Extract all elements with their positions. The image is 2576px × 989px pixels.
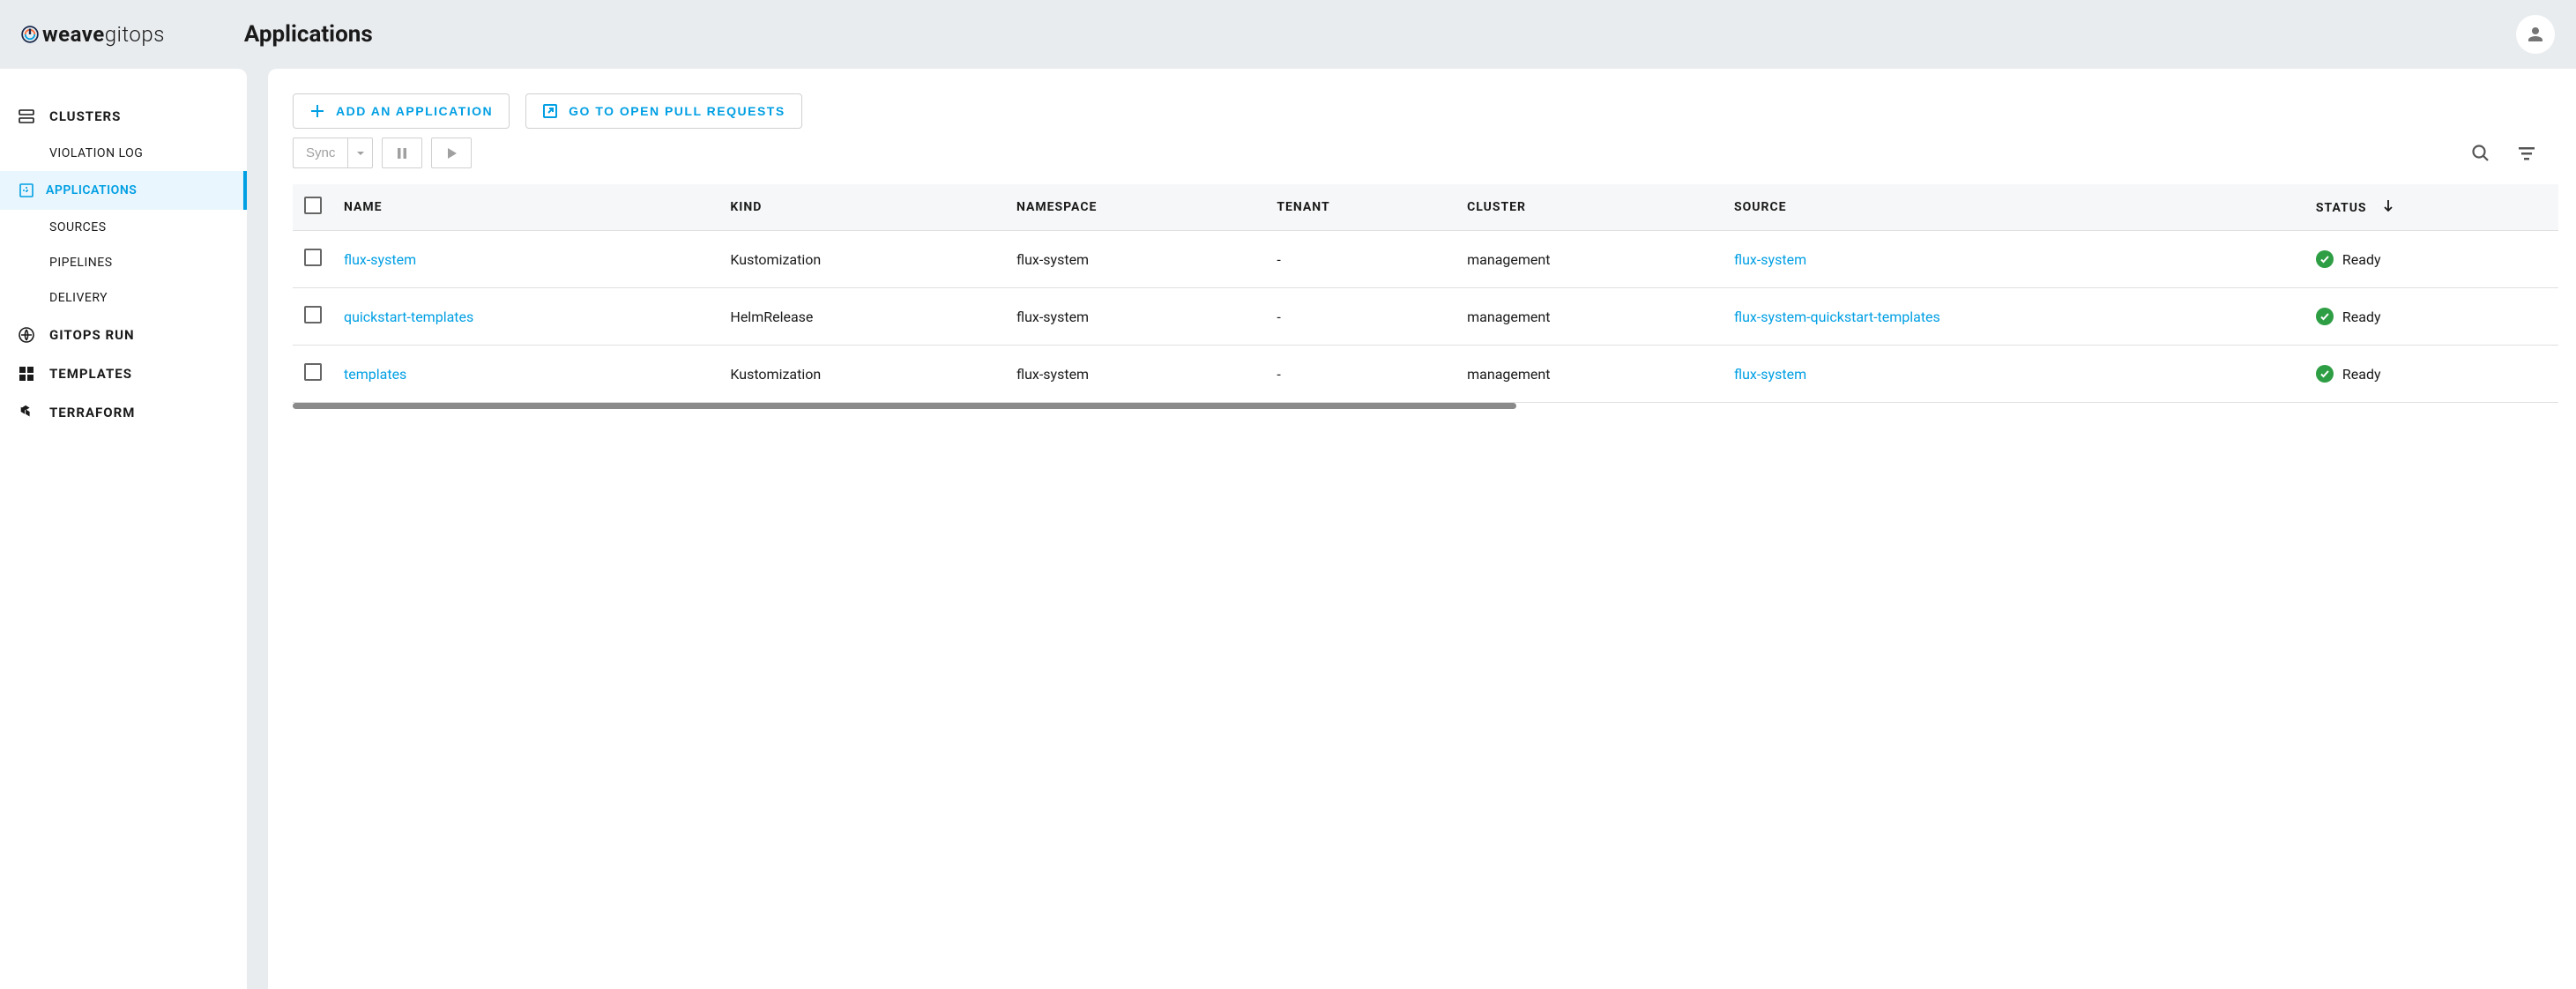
filter-button[interactable] [2516,143,2537,164]
column-header-name[interactable]: NAME [333,184,719,231]
source-link[interactable]: flux-system [1734,251,1806,268]
sidebar-item-clusters[interactable]: CLUSTERS [0,97,247,136]
column-header-kind[interactable]: KIND [719,184,1006,231]
logo[interactable]: weavegitops [21,22,165,47]
status-ready-icon [2316,365,2334,383]
sidebar-item-templates[interactable]: TEMPLATES [0,354,247,393]
user-icon [2525,24,2546,45]
topbar: weavegitops Applications [0,0,2576,69]
cell-tenant: - [1266,288,1456,346]
search-icon [2470,143,2491,164]
cell-tenant: - [1266,231,1456,288]
sort-desc-icon [2383,201,2394,215]
horizontal-scrollbar[interactable] [293,403,1516,409]
column-header-source[interactable]: SOURCE [1724,184,2305,231]
cell-namespace: flux-system [1006,288,1266,346]
clusters-icon [18,108,35,125]
user-avatar[interactable] [2516,15,2555,54]
terraform-icon [18,404,35,421]
plus-icon [309,103,325,119]
sidebar-item-violation-log[interactable]: VIOLATION LOG [0,136,247,171]
button-label: ADD AN APPLICATION [336,104,493,118]
sidebar-item-terraform[interactable]: TERRAFORM [0,393,247,432]
status-text: Ready [2342,251,2381,268]
cell-cluster: management [1456,288,1724,346]
cell-status: Ready [2316,365,2548,383]
logo-text: weavegitops [42,22,165,47]
search-button[interactable] [2470,143,2491,164]
column-header-status[interactable]: STATUS [2305,184,2558,231]
sync-dropdown-button[interactable] [348,138,373,168]
applications-table-wrap: NAME KIND NAMESPACE TENANT CLUSTER SOURC… [293,184,2558,409]
status-ready-icon [2316,250,2334,268]
table-row: templatesKustomizationflux-system-manage… [293,346,2558,403]
table-row: quickstart-templatesHelmReleaseflux-syst… [293,288,2558,346]
cell-cluster: management [1456,346,1724,403]
play-button[interactable] [431,138,472,168]
sidebar-item-label: TEMPLATES [49,366,132,382]
cell-namespace: flux-system [1006,346,1266,403]
status-text: Ready [2342,366,2381,383]
play-icon [444,146,458,160]
main-panel: ADD AN APPLICATION GO TO OPEN PULL REQUE… [268,69,2576,989]
pause-button[interactable] [382,138,422,168]
table-row: flux-systemKustomizationflux-system-mana… [293,231,2558,288]
sidebar-item-label: CLUSTERS [49,108,121,124]
cell-status: Ready [2316,250,2548,268]
cell-namespace: flux-system [1006,231,1266,288]
caret-down-icon [356,149,365,158]
pause-icon [395,146,409,160]
row-checkbox[interactable] [304,306,322,323]
source-link[interactable]: flux-system [1734,366,1806,383]
button-label: GO TO OPEN PULL REQUESTS [569,104,785,118]
sidebar-item-pipelines[interactable]: PIPELINES [0,245,247,280]
sidebar-item-label: TERRAFORM [49,405,135,420]
source-link[interactable]: flux-system-quickstart-templates [1734,309,1940,325]
templates-icon [18,365,35,383]
filter-icon [2516,143,2537,164]
open-pull-requests-button[interactable]: GO TO OPEN PULL REQUESTS [525,93,802,129]
cell-tenant: - [1266,346,1456,403]
sidebar-item-gitops-run[interactable]: GITOPS RUN [0,316,247,354]
row-checkbox[interactable] [304,249,322,266]
sync-button[interactable]: Sync [293,138,348,168]
sidebar-item-sources[interactable]: SOURCES [0,210,247,245]
application-name-link[interactable]: templates [344,366,406,383]
select-all-checkbox[interactable] [304,197,322,214]
cell-kind: HelmRelease [719,288,1006,346]
cell-kind: Kustomization [719,231,1006,288]
gitops-run-icon [18,326,35,344]
add-application-button[interactable]: ADD AN APPLICATION [293,93,510,129]
column-header-namespace[interactable]: NAMESPACE [1006,184,1266,231]
sidebar: CLUSTERS VIOLATION LOG APPLICATIONS SOUR… [0,69,247,989]
sidebar-item-applications[interactable]: APPLICATIONS [0,171,247,210]
status-text: Ready [2342,309,2381,325]
cell-kind: Kustomization [719,346,1006,403]
application-name-link[interactable]: quickstart-templates [344,309,473,325]
row-checkbox[interactable] [304,363,322,381]
applications-table: NAME KIND NAMESPACE TENANT CLUSTER SOURC… [293,184,2558,403]
external-link-icon [542,103,558,119]
sidebar-item-label: GITOPS RUN [49,327,135,343]
logo-icon [21,26,39,43]
status-ready-icon [2316,308,2334,325]
cell-cluster: management [1456,231,1724,288]
column-header-cluster[interactable]: CLUSTER [1456,184,1724,231]
sidebar-item-label: APPLICATIONS [46,183,137,197]
page-title: Applications [244,21,373,48]
cell-status: Ready [2316,308,2548,325]
column-header-tenant[interactable]: TENANT [1266,184,1456,231]
application-name-link[interactable]: flux-system [344,251,416,268]
sidebar-item-delivery[interactable]: DELIVERY [0,280,247,316]
applications-icon [18,182,35,199]
